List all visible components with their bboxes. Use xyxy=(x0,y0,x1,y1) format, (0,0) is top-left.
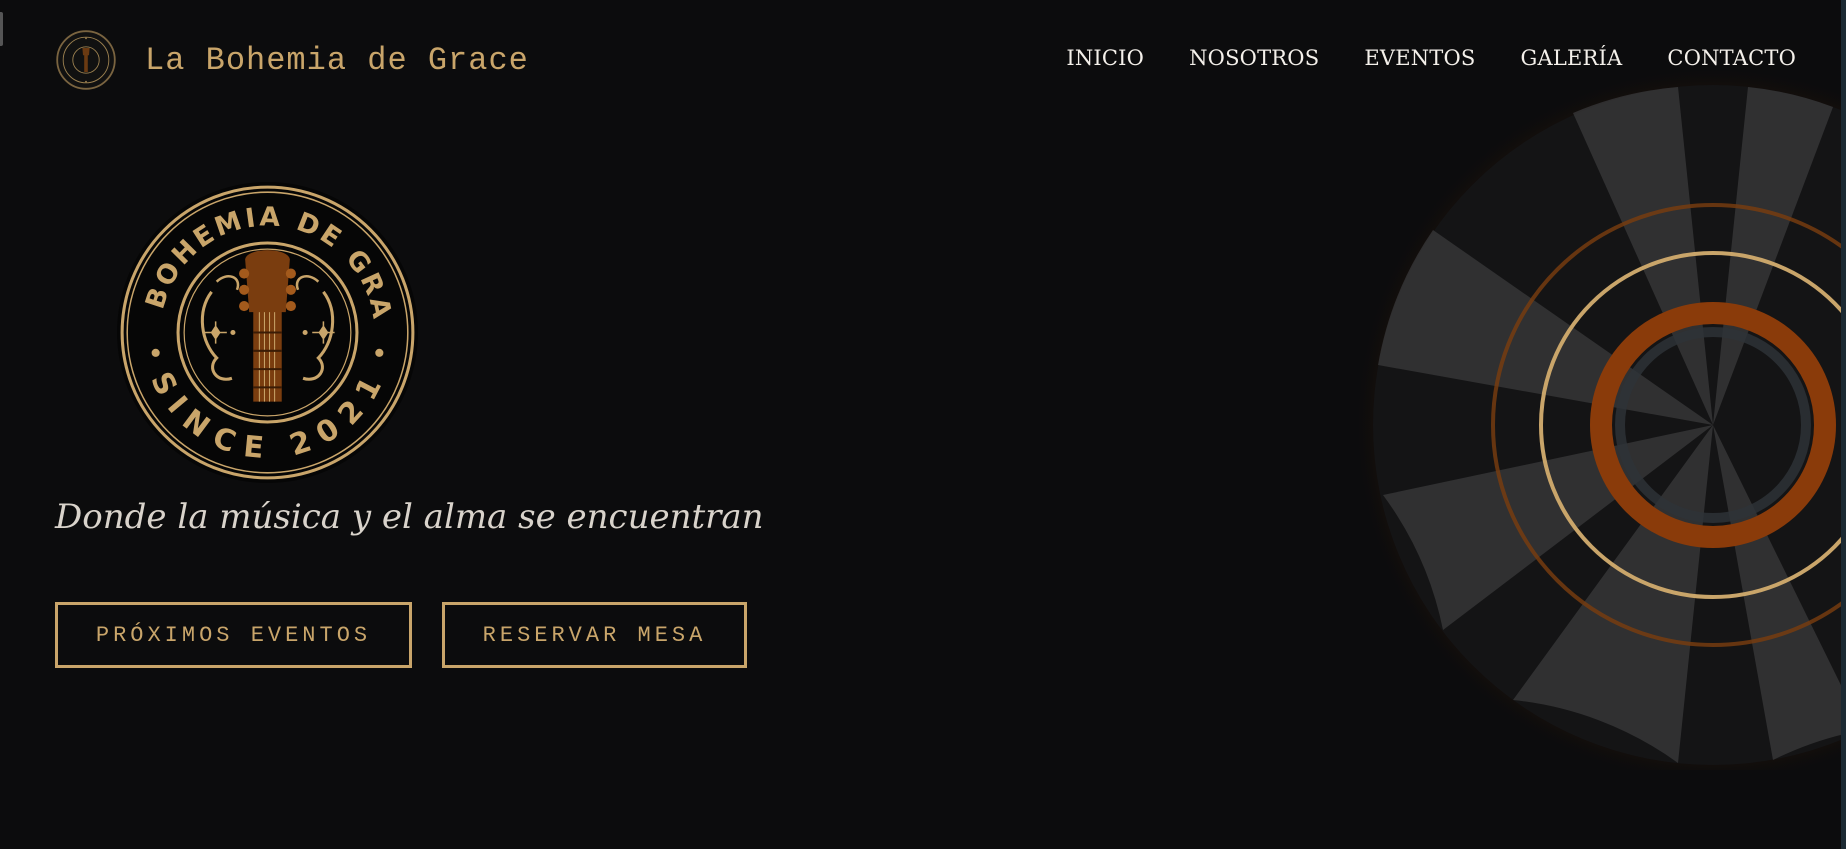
upcoming-events-button[interactable]: PRÓXIMOS EVENTOS xyxy=(55,602,412,668)
hero-tagline: Donde la música y el alma se encuentran xyxy=(55,497,764,537)
nav-item-inicio[interactable]: INICIO xyxy=(1066,46,1144,70)
nav-item-nosotros[interactable]: NOSOTROS xyxy=(1189,46,1319,70)
nav-item-eventos[interactable]: EVENTOS xyxy=(1364,46,1475,70)
guitar-emblem-icon: LA BOHEMIA DE GRACE SINCE 2021 xyxy=(103,156,418,483)
guitar-emblem-icon xyxy=(56,30,116,90)
brand-name: La Bohemia de Grace xyxy=(145,41,529,79)
brand-home-link[interactable]: La Bohemia de Grace xyxy=(56,30,529,90)
vinyl-record-icon xyxy=(1353,70,1846,770)
page-scrollbar[interactable] xyxy=(1841,0,1846,849)
vinyl-record-decoration xyxy=(1310,70,1846,770)
main-nav: INICIO NOSOTROS EVENTOS GALERÍA CONTACTO xyxy=(1066,46,1796,70)
nav-item-contacto[interactable]: CONTACTO xyxy=(1667,46,1796,70)
nav-item-galeria[interactable]: GALERÍA xyxy=(1521,46,1623,70)
reserve-table-button[interactable]: RESERVAR MESA xyxy=(442,602,747,668)
hero-emblem-logo: LA BOHEMIA DE GRACE SINCE 2021 xyxy=(103,156,420,485)
